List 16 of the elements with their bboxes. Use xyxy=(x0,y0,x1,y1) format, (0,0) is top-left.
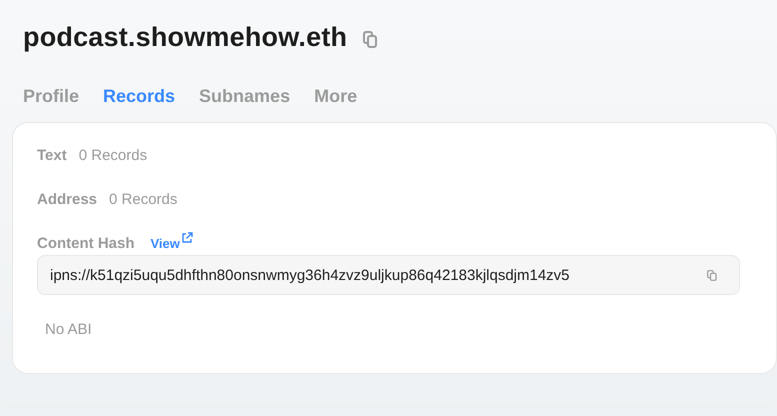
copy-icon[interactable] xyxy=(363,31,378,48)
record-count: 0 Records xyxy=(109,191,178,208)
no-abi-text: No ABI xyxy=(44,321,93,338)
view-link[interactable]: View xyxy=(150,236,193,251)
content-hash-value: ipns://k51qzi5uqu5dhfthn80onsnwmyg36h4zvz9uljkup86q42183kjlqsdjm14zv5 xyxy=(50,266,570,284)
record-label: Address xyxy=(37,191,98,208)
name-title: podcast.showmehow.eth xyxy=(23,22,348,53)
copy-icon[interactable] xyxy=(707,270,717,280)
tab[interactable]: Subnames xyxy=(199,86,290,107)
external-link-icon xyxy=(180,232,193,244)
tab[interactable]: Profile xyxy=(23,86,80,107)
record-label: Content Hash xyxy=(37,235,134,252)
tab[interactable]: Records xyxy=(103,86,176,107)
tab[interactable]: More xyxy=(314,86,358,107)
record-label: Text xyxy=(37,147,67,164)
record-count: 0 Records xyxy=(78,147,148,164)
